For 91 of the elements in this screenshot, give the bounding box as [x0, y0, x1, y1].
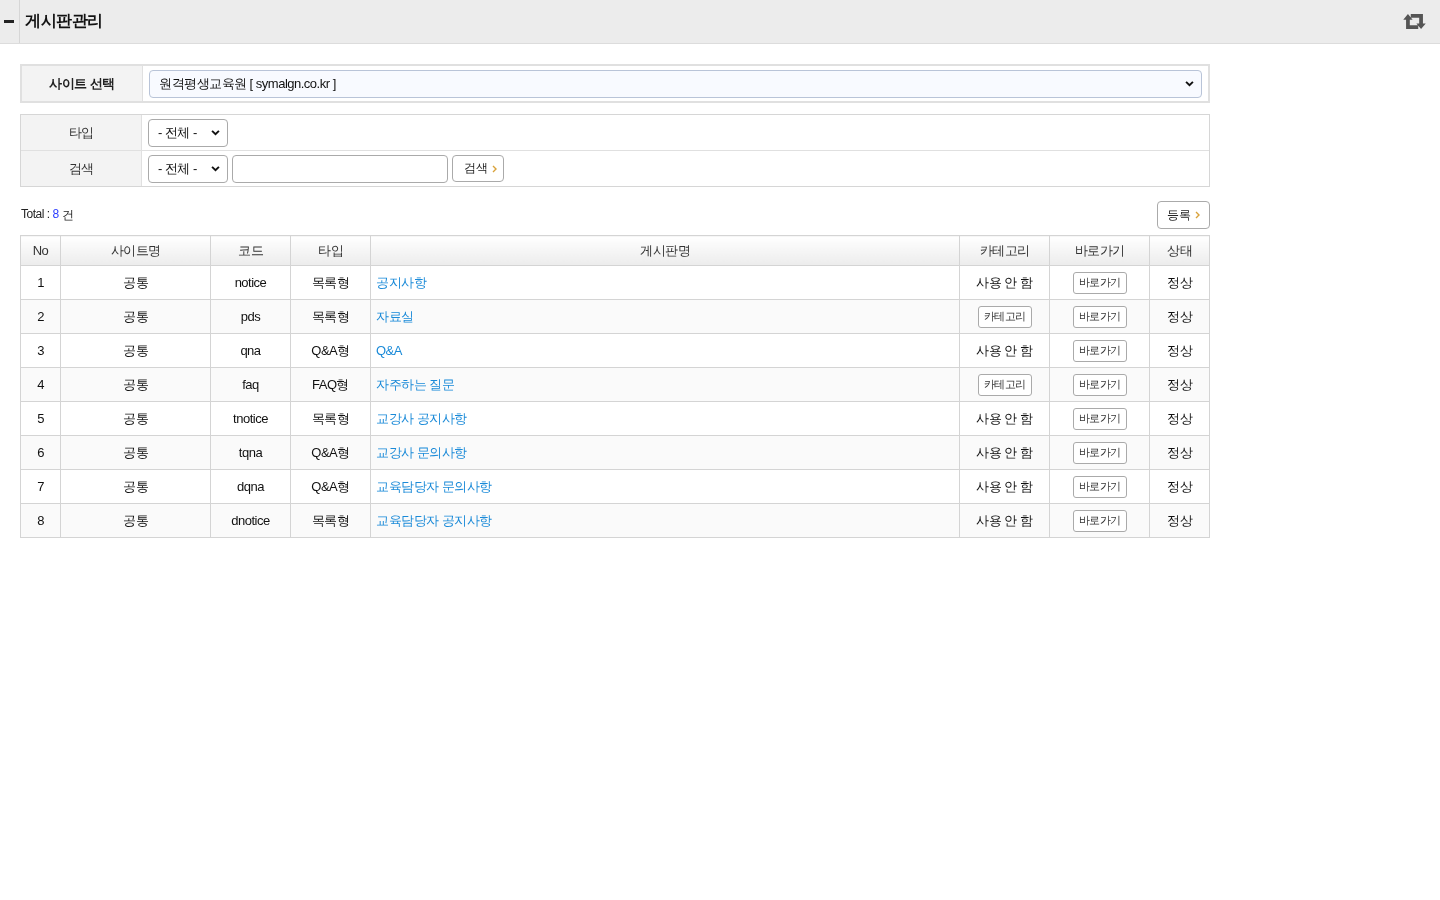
- table-cell: qna: [210, 333, 291, 368]
- column-header: 게시판명: [370, 235, 960, 266]
- table-cell: 정상: [1149, 503, 1210, 538]
- table-cell: 사용 안 함: [959, 333, 1050, 368]
- table-cell: Q&A형: [290, 469, 371, 504]
- table-cell: 목록형: [290, 503, 371, 538]
- search-button[interactable]: 검색: [452, 155, 504, 182]
- total-count: 8: [52, 206, 59, 223]
- search-label: 검색: [21, 151, 142, 186]
- table-cell: 4: [20, 367, 61, 402]
- table-cell: 공통: [60, 401, 211, 436]
- table-cell: 공통: [60, 265, 211, 300]
- site-select[interactable]: 원격평생교육원 [ symalgn.co.kr ]: [149, 69, 1202, 98]
- go-button[interactable]: 바로가기: [1072, 271, 1127, 294]
- board-name-link[interactable]: 공지사항: [376, 274, 426, 290]
- table-cell: pds: [210, 299, 291, 334]
- page-title: 게시판관리: [25, 11, 103, 31]
- go-button[interactable]: 바로가기: [1072, 373, 1127, 396]
- board-name-link[interactable]: 자주하는 질문: [376, 376, 455, 392]
- table-cell: 정상: [1149, 401, 1210, 436]
- caret-icon: [211, 165, 220, 172]
- column-header: No: [20, 235, 61, 266]
- search-type-select[interactable]: - 전체 -: [148, 154, 228, 183]
- board-name-link[interactable]: 교육담당자 공지사항: [376, 512, 492, 528]
- board-name-link[interactable]: 교육담당자 문의사항: [376, 478, 492, 494]
- board-name-link[interactable]: 자료실: [376, 308, 414, 324]
- total-label: Total :: [21, 206, 50, 223]
- go-button[interactable]: 바로가기: [1072, 339, 1127, 362]
- table-cell: notice: [210, 265, 291, 300]
- table-cell: 8: [20, 503, 61, 538]
- table-cell: 정상: [1149, 367, 1210, 402]
- caret-icon: [1185, 80, 1194, 87]
- chevron-icon: [492, 164, 497, 173]
- search-input[interactable]: [232, 154, 448, 183]
- table-cell: FAQ형: [290, 367, 371, 402]
- column-header: 상태: [1149, 235, 1210, 266]
- table-cell: 사용 안 함: [959, 401, 1050, 436]
- table-cell: 목록형: [290, 265, 371, 300]
- table-cell: 목록형: [290, 401, 371, 436]
- caret-icon: [211, 129, 220, 136]
- column-header: 바로가기: [1049, 235, 1150, 266]
- chevron-icon: [1195, 211, 1200, 219]
- table-cell: 정상: [1149, 435, 1210, 470]
- column-header: 타입: [290, 235, 371, 266]
- column-header: 카테고리: [959, 235, 1050, 266]
- table-cell: faq: [210, 367, 291, 402]
- total-unit: 건: [61, 206, 74, 224]
- table-cell: 2: [20, 299, 61, 334]
- table-cell: dqna: [210, 469, 291, 504]
- table-cell: 5: [20, 401, 61, 436]
- table-cell: dnotice: [210, 503, 291, 538]
- table-cell: 공통: [60, 503, 211, 538]
- type-label: 타입: [21, 115, 142, 150]
- go-button[interactable]: 바로가기: [1072, 441, 1127, 464]
- table-cell: 사용 안 함: [959, 503, 1050, 538]
- table-cell: 공통: [60, 333, 211, 368]
- table-cell: 목록형: [290, 299, 371, 334]
- table-cell: 정상: [1149, 299, 1210, 334]
- go-button[interactable]: 바로가기: [1072, 407, 1127, 430]
- table-cell: tqna: [210, 435, 291, 470]
- table-cell: 사용 안 함: [959, 469, 1050, 504]
- table-cell: Q&A형: [290, 435, 371, 470]
- table-cell: 정상: [1149, 333, 1210, 368]
- table-cell: 정상: [1149, 469, 1210, 504]
- category-button[interactable]: 카테고리: [977, 373, 1032, 396]
- table-cell: 1: [20, 265, 61, 300]
- table-cell: 7: [20, 469, 61, 504]
- column-header: 코드: [210, 235, 291, 266]
- table-cell: 사용 안 함: [959, 265, 1050, 300]
- table-cell: 3: [20, 333, 61, 368]
- column-header: 사이트명: [60, 235, 211, 266]
- table-cell: 공통: [60, 367, 211, 402]
- type-select[interactable]: - 전체 -: [148, 118, 228, 147]
- table-cell: 사용 안 함: [959, 435, 1050, 470]
- register-button[interactable]: 등록: [1157, 201, 1210, 229]
- board-name-link[interactable]: 교강사 공지사항: [376, 410, 467, 426]
- board-name-link[interactable]: 교강사 문의사항: [376, 444, 467, 460]
- go-button[interactable]: 바로가기: [1072, 305, 1127, 328]
- table-cell: 공통: [60, 299, 211, 334]
- table-cell: 정상: [1149, 265, 1210, 300]
- site-label: 사이트 선택: [22, 66, 143, 101]
- table-cell: Q&A형: [290, 333, 371, 368]
- table-cell: 공통: [60, 435, 211, 470]
- go-button[interactable]: 바로가기: [1072, 475, 1127, 498]
- table-cell: 6: [20, 435, 61, 470]
- refresh-icon[interactable]: [1403, 14, 1426, 29]
- table-cell: tnotice: [210, 401, 291, 436]
- table-cell: 공통: [60, 469, 211, 504]
- board-name-link[interactable]: Q&A: [376, 343, 402, 358]
- category-button[interactable]: 카테고리: [977, 305, 1032, 328]
- go-button[interactable]: 바로가기: [1072, 509, 1127, 532]
